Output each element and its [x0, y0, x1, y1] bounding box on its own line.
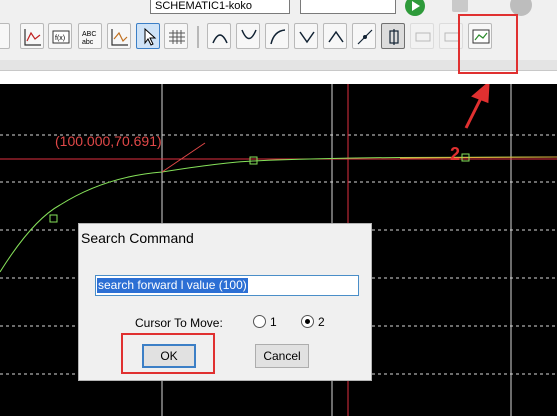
grid-icon	[169, 30, 185, 44]
run-button[interactable]	[405, 0, 425, 16]
cursor-trough-icon	[241, 29, 257, 40]
cursor-next-transition-button[interactable]	[410, 23, 434, 49]
cursor-1-label: 1	[270, 315, 277, 329]
abc-text-icon: ABC abc	[82, 31, 96, 46]
cursor-slope-button[interactable]	[265, 23, 289, 49]
search-command-value: search forward l value (100)	[97, 278, 248, 293]
trace-plot-button[interactable]	[107, 23, 131, 49]
cursor-point-button[interactable]	[352, 23, 376, 49]
pause-icon[interactable]	[452, 0, 468, 12]
toolbar-separator	[197, 26, 199, 48]
cursor-to-move-label: Cursor To Move:	[135, 316, 223, 330]
grid-toggle-button[interactable]	[164, 23, 188, 49]
next-transition-icon	[415, 32, 431, 42]
cursor-max-icon	[328, 30, 344, 43]
cursor-trough-button[interactable]	[236, 23, 260, 49]
play-icon	[412, 1, 420, 11]
cursor-min-button[interactable]	[294, 23, 318, 49]
cursor-max-button[interactable]	[323, 23, 347, 49]
annotation-number-2: 2	[450, 144, 461, 164]
select-pointer-button[interactable]	[136, 23, 160, 49]
trace-marker	[49, 214, 58, 223]
trace-plot-icon	[111, 29, 128, 46]
pointer-arrow-icon	[144, 27, 157, 46]
add-trace-button[interactable]	[20, 23, 44, 49]
dialog-title: Search Command	[81, 230, 194, 246]
add-trace-icon	[24, 29, 41, 46]
svg-text:f(x): f(x)	[55, 35, 65, 42]
cursor-point-icon	[357, 29, 373, 45]
cursor-slope-icon	[270, 29, 286, 45]
cursor-peak-button[interactable]	[207, 23, 231, 49]
radio-selected-dot	[305, 319, 310, 324]
toolbar-button-partial[interactable]	[0, 23, 10, 49]
svg-text:ABC: ABC	[82, 31, 96, 38]
cancel-button[interactable]: Cancel	[255, 344, 309, 368]
cursor-search-button[interactable]	[381, 23, 405, 49]
text-label-button[interactable]: ABC abc	[78, 23, 102, 49]
svg-text:abc: abc	[82, 39, 94, 46]
cursor-peak-icon	[212, 34, 228, 44]
highlight-box-ok	[121, 333, 215, 374]
eval-measurement-button[interactable]: f(x)	[48, 23, 72, 49]
arrow-icon	[464, 84, 490, 129]
search-command-input[interactable]: search forward l value (100)	[95, 275, 359, 296]
secondary-combo[interactable]	[300, 0, 396, 14]
cursor-2-radio[interactable]	[301, 315, 314, 328]
cursor-search-icon	[389, 29, 399, 45]
function-icon: f(x)	[52, 30, 70, 44]
cursor-min-icon	[299, 31, 315, 44]
cursor-readout-label: (100.000,70.691)	[55, 133, 162, 149]
cursor-1-radio[interactable]	[253, 315, 266, 328]
schematic-combo[interactable]: SCHEMATIC1-koko	[150, 0, 290, 14]
readout-leader-line	[161, 142, 206, 173]
cursor-2-label: 2	[318, 315, 325, 329]
highlight-box-mark-label	[458, 14, 518, 74]
